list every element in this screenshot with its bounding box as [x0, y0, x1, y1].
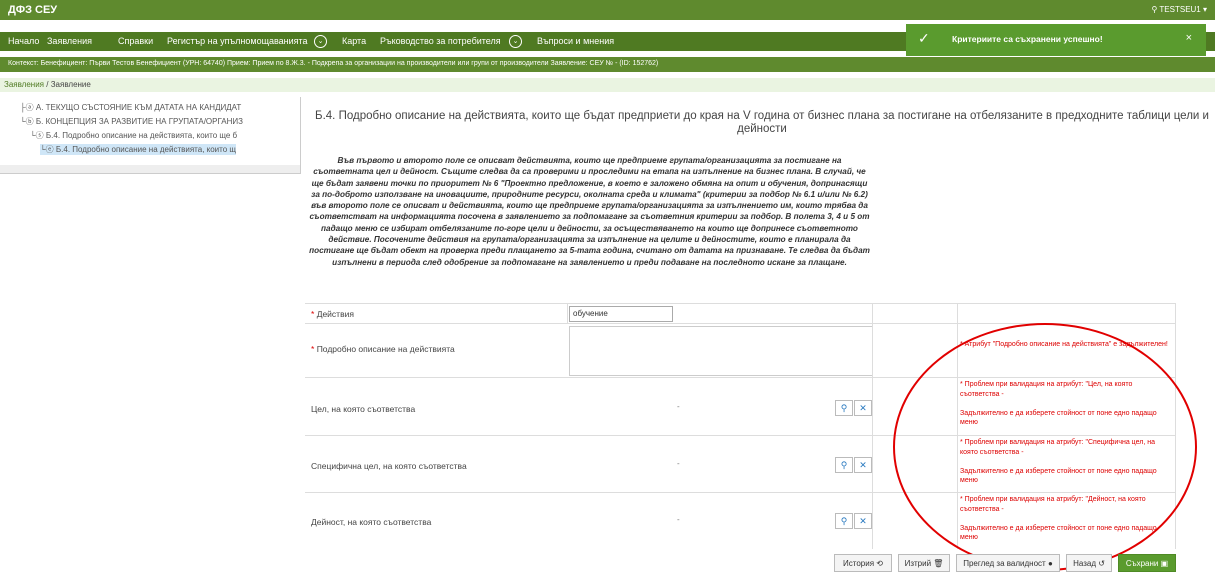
nav-item-questions[interactable]: Въпроси и мнения — [537, 36, 614, 46]
close-icon[interactable]: × — [1186, 32, 1192, 44]
nav-more-chevron-icon[interactable]: ⌄ — [314, 35, 327, 48]
username: TESTSEU1 — [1159, 5, 1201, 14]
nav-item-register[interactable]: Регистър на упълномощаванията — [167, 36, 308, 46]
delete-button[interactable]: Изтрий 🗑 — [898, 554, 950, 572]
breadcrumb-current: Заявление — [50, 80, 91, 89]
activity-value: - — [677, 515, 680, 524]
actions-label: * Действия — [311, 309, 354, 319]
clear-icon[interactable]: ✕ — [854, 513, 872, 529]
search-icon[interactable]: ⚲ — [835, 400, 853, 416]
trash-icon: 🗑 — [933, 559, 944, 568]
chevron-down-icon: ▾ — [1200, 5, 1207, 14]
section-tree: ├ⓐ А. ТЕКУЩО СЪСТОЯНИЕ КЪМ ДАТАТА НА КАН… — [0, 97, 301, 174]
nav-item-map[interactable]: Карта — [342, 36, 366, 46]
tree-node-b4-selected[interactable]: └ⓔ Б.4. Подробно описание на действията,… — [40, 144, 236, 155]
activity-label: Дейност, на която съответства — [311, 517, 432, 527]
nav-item-user-guide[interactable]: Ръководство за потребителя — [380, 36, 501, 46]
nav-item-applications[interactable]: Заявления — [47, 36, 92, 46]
breadcrumb-separator: / — [46, 80, 49, 89]
save-button[interactable]: Съхрани ▣ — [1118, 554, 1176, 572]
success-toast: ✓ Критериите са съхранени успешно! × — [906, 24, 1206, 56]
nav-item-reports[interactable]: Справки — [118, 36, 153, 46]
specific-goal-value: - — [677, 459, 680, 468]
tree-node-a[interactable]: ├ⓐ А. ТЕКУЩО СЪСТОЯНИЕ КЪМ ДАТАТА НА КАН… — [20, 102, 241, 113]
page-title: Б.4. Подробно описание на действията, ко… — [315, 110, 1209, 135]
column-divider — [872, 303, 873, 549]
history-button[interactable]: История ⟲ — [834, 554, 892, 572]
description-textarea[interactable] — [569, 326, 873, 376]
app-header: ДФЗ СЕУ ⚲ TESTSEU1 ▾ — [0, 0, 1215, 20]
app-title: ДФЗ СЕУ — [8, 4, 58, 16]
instructions-text: Във първото и второто поле се описват де… — [309, 156, 870, 267]
goal-value: - — [677, 402, 680, 411]
search-icon[interactable]: ⚲ — [835, 457, 853, 473]
breadcrumb-applications[interactable]: Заявления — [4, 80, 44, 89]
check-circle-icon: ● — [1047, 559, 1053, 568]
tree-node-b[interactable]: └ⓑ Б. КОНЦЕПЦИЯ ЗА РАЗВИТИЕ НА ГРУПАТА/О… — [20, 116, 243, 127]
column-divider — [567, 303, 568, 323]
tree-scrollbar[interactable] — [0, 165, 300, 173]
tree-node-b4[interactable]: └ⓢ Б.4. Подробно описание на действията,… — [30, 130, 237, 141]
goal-label: Цел, на която съответства — [311, 404, 416, 414]
context-text: Контекст: Бенефициент: Първи Тестов Бене… — [8, 60, 659, 67]
back-icon: ↺ — [1098, 559, 1105, 568]
annotation-circle — [893, 323, 1197, 571]
specific-goal-label: Специфична цел, на която съответства — [311, 461, 467, 471]
nav-guide-chevron-icon[interactable]: ⌄ — [509, 35, 522, 48]
description-label: * Подробно описание на действията — [311, 344, 455, 354]
breadcrumb: Заявления / Заявление — [0, 78, 1215, 92]
check-icon: ✓ — [918, 30, 930, 46]
form-row-actions: * Действия обучение — [305, 303, 1175, 324]
user-menu[interactable]: ⚲ TESTSEU1 ▾ — [1151, 5, 1207, 14]
history-icon: ⟲ — [876, 559, 883, 568]
clear-icon[interactable]: ✕ — [854, 400, 872, 416]
nav-item-home[interactable]: Начало — [8, 36, 39, 46]
save-icon: ▣ — [1160, 559, 1169, 568]
actions-input[interactable]: обучение — [569, 306, 673, 322]
validate-button[interactable]: Преглед за валидност ● — [956, 554, 1060, 572]
clear-icon[interactable]: ✕ — [854, 457, 872, 473]
back-button[interactable]: Назад ↺ — [1066, 554, 1112, 572]
context-bar: Контекст: Бенефициент: Първи Тестов Бене… — [0, 57, 1215, 72]
toast-message: Критериите са съхранени успешно! — [952, 34, 1103, 44]
search-icon[interactable]: ⚲ — [835, 513, 853, 529]
